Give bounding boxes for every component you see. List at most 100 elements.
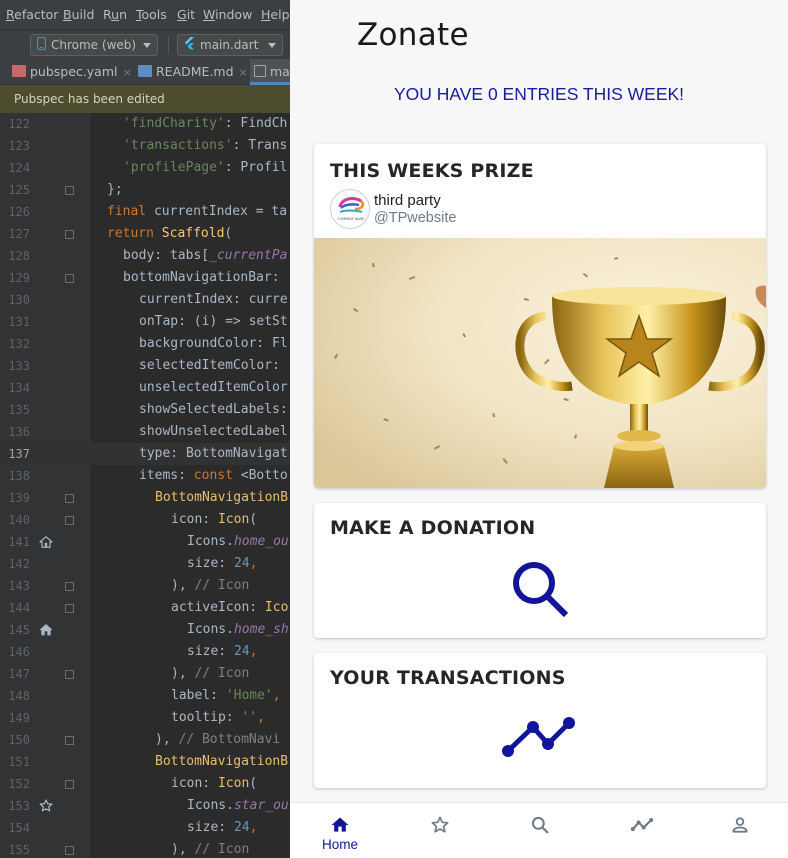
code-line[interactable]: 123 'transactions': Trans <box>0 135 290 157</box>
code-line[interactable]: 144 activeIcon: Ico <box>0 597 290 619</box>
code-text: onTap: (i) => setSt <box>139 314 288 329</box>
code-line[interactable]: 127 return Scaffold( <box>0 223 290 245</box>
line-number: 130 <box>8 293 30 307</box>
code-line[interactable]: 128 body: tabs[_currentPa <box>0 245 290 267</box>
fold-marker-icon[interactable] <box>65 274 74 283</box>
transactions-card[interactable]: YOUR TRANSACTIONS <box>314 653 766 788</box>
code-line[interactable]: 151 BottomNavigationB <box>0 751 290 773</box>
donation-card[interactable]: MAKE A DONATION <box>314 503 766 638</box>
menu-tools[interactable]: Tools <box>136 7 167 22</box>
tab-label: pubspec.yaml <box>30 64 118 79</box>
code-line[interactable]: 130 currentIndex: curre <box>0 289 290 311</box>
trend-line-icon[interactable] <box>500 713 580 759</box>
fold-marker-icon[interactable] <box>65 846 74 855</box>
code-text: size: 24, <box>187 556 258 571</box>
line-number: 148 <box>8 689 30 703</box>
code-text: BottomNavigationB <box>155 490 289 505</box>
close-icon[interactable]: × <box>122 66 131 79</box>
ide-toolbar: Chrome (web) main.dart <box>0 29 290 59</box>
menu-help[interactable]: Help <box>261 7 290 22</box>
code-text: return Scaffold( <box>107 226 233 241</box>
code-line[interactable]: 148 label: 'Home', <box>0 685 290 707</box>
line-number: 123 <box>8 139 30 153</box>
code-line[interactable]: 140 icon: Icon( <box>0 509 290 531</box>
nav-item-favorites[interactable] <box>390 803 490 858</box>
line-number: 146 <box>8 645 30 659</box>
fold-marker-icon[interactable] <box>65 230 74 239</box>
menu-refactor[interactable]: Refactor <box>6 7 58 22</box>
tab-main-dart[interactable]: ma <box>250 59 290 85</box>
code-line[interactable]: 134 unselectedItemColor <box>0 377 290 399</box>
code-text: ), // BottomNavi <box>155 732 281 747</box>
code-line[interactable]: 146 size: 24, <box>0 641 290 663</box>
fold-marker-icon[interactable] <box>65 604 74 613</box>
close-icon[interactable]: × <box>239 66 248 79</box>
code-editor[interactable]: 122 'findCharity': FindCh 123 'transactions… <box>0 113 290 858</box>
code-line[interactable]: 139 BottomNavigationB <box>0 487 290 509</box>
sponsor-handle[interactable]: @TPwebsite <box>374 210 456 226</box>
bottom-navigation-bar: Home <box>290 802 788 858</box>
fold-marker-icon[interactable] <box>65 736 74 745</box>
line-number: 152 <box>8 777 30 791</box>
code-line[interactable]: 142 size: 24, <box>0 553 290 575</box>
nav-item-profile[interactable] <box>690 803 788 858</box>
code-line[interactable]: 135 showSelectedLabels: <box>0 399 290 421</box>
device-selector[interactable]: Chrome (web) <box>30 34 158 56</box>
code-line[interactable]: 125}; <box>0 179 290 201</box>
code-text: Icons.star_ou <box>187 798 289 813</box>
code-line[interactable]: 141 Icons.home_ou <box>0 531 290 553</box>
app-title: Zonate <box>357 17 469 53</box>
star-icon <box>431 816 449 833</box>
code-line[interactable]: 137 type: BottomNavigat <box>0 443 290 465</box>
code-line[interactable]: 150), // BottomNavi <box>0 729 290 751</box>
nav-item-search[interactable] <box>490 803 590 858</box>
nav-label-home: Home <box>321 837 358 852</box>
line-number: 125 <box>8 183 30 197</box>
code-line[interactable]: 143), // Icon <box>0 575 290 597</box>
code-text: 'transactions': Trans <box>123 138 288 153</box>
code-line[interactable]: 136 showUnselectedLabel <box>0 421 290 443</box>
code-line[interactable]: 126 final currentIndex = ta <box>0 201 290 223</box>
code-line[interactable]: 124 'profilePage': Profil <box>0 157 290 179</box>
tab-pubspec[interactable]: pubspec.yaml × <box>8 59 132 85</box>
run-config-selector[interactable]: main.dart <box>177 34 283 56</box>
code-line[interactable]: 129 bottomNavigationBar: <box>0 267 290 289</box>
code-line[interactable]: 122 'findCharity': FindCh <box>0 113 290 135</box>
line-number: 135 <box>8 403 30 417</box>
home-outline-icon <box>39 536 53 548</box>
sponsor-name: third party <box>374 192 441 209</box>
code-line[interactable]: 133 selectedItemColor: <box>0 355 290 377</box>
code-line[interactable]: 152 icon: Icon( <box>0 773 290 795</box>
code-line[interactable]: 145 Icons.home_sh <box>0 619 290 641</box>
code-line[interactable]: 132 backgroundColor: Fl <box>0 333 290 355</box>
tab-readme[interactable]: README.md × <box>134 59 248 85</box>
code-line[interactable]: 147), // Icon <box>0 663 290 685</box>
code-line[interactable]: 155), // Icon <box>0 839 290 858</box>
fold-marker-icon[interactable] <box>65 780 74 789</box>
code-text: backgroundColor: Fl <box>139 336 288 351</box>
code-line[interactable]: 149 tooltip: '', <box>0 707 290 729</box>
nav-item-transactions[interactable] <box>590 803 690 858</box>
code-text: icon: Icon( <box>171 512 258 527</box>
code-text: tooltip: '', <box>171 710 265 725</box>
menu-build[interactable]: Build <box>63 7 94 22</box>
nav-item-home[interactable]: Home <box>290 803 390 858</box>
fold-marker-icon[interactable] <box>65 582 74 591</box>
fold-marker-icon[interactable] <box>65 186 74 195</box>
fold-marker-icon[interactable] <box>65 516 74 525</box>
code-line[interactable]: 131 onTap: (i) => setSt <box>0 311 290 333</box>
fold-marker-icon[interactable] <box>65 670 74 679</box>
code-line[interactable]: 154 size: 24, <box>0 817 290 839</box>
menu-git[interactable]: Git <box>177 7 195 22</box>
prize-card[interactable]: THIS WEEKS PRIZE COMPANY NAME third part… <box>314 144 766 488</box>
tab-label: README.md <box>156 64 234 79</box>
menu-run[interactable]: Run <box>103 7 127 22</box>
search-icon[interactable] <box>508 557 572 621</box>
dart-file-icon <box>254 65 266 77</box>
sponsor-logo[interactable]: COMPANY NAME <box>330 189 370 229</box>
code-line[interactable]: 138 items: const <Botto <box>0 465 290 487</box>
code-line[interactable]: 153 Icons.star_ou <box>0 795 290 817</box>
fold-marker-icon[interactable] <box>65 494 74 503</box>
menu-window[interactable]: Window <box>203 7 252 22</box>
code-text: label: 'Home', <box>171 688 281 703</box>
